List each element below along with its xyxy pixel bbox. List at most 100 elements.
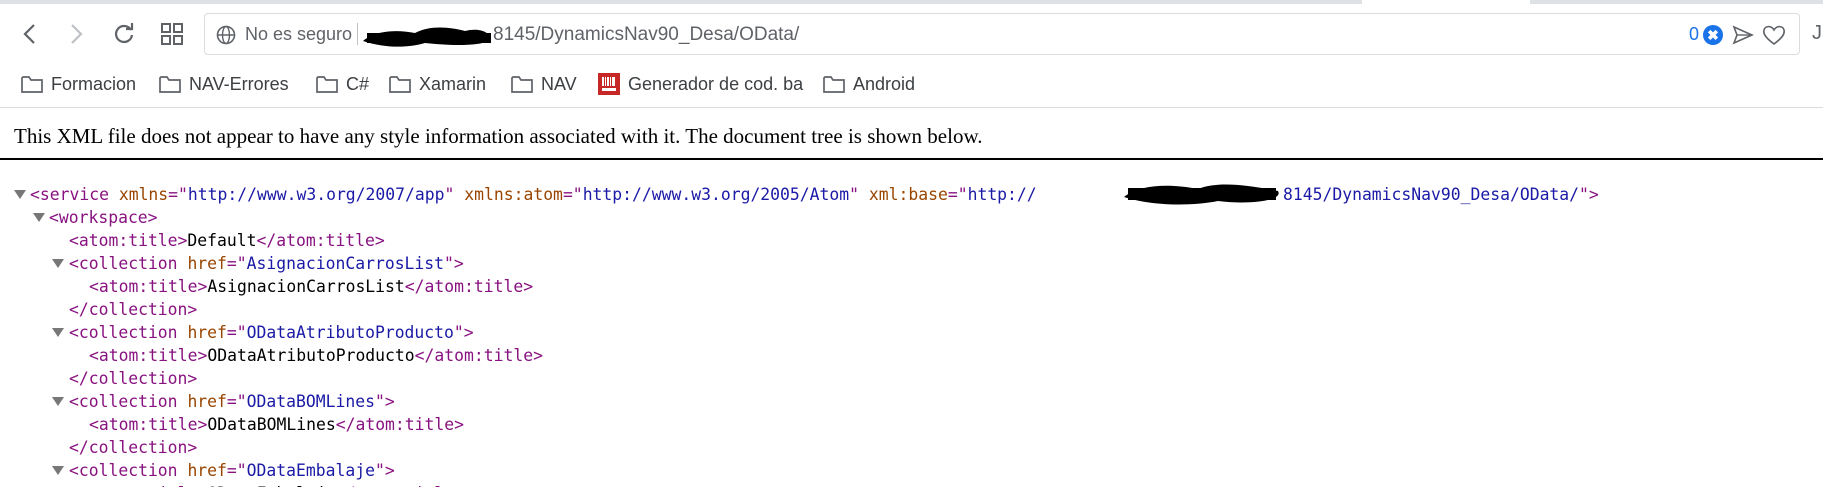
bookmark-folder-android[interactable]: Android [823, 70, 915, 98]
xml-token-tag: "> [453, 323, 474, 342]
xml-line-service: <service xmlns="http://www.w3.org/2007/a… [30, 183, 1037, 206]
bookmark-folder-xamarin[interactable]: Xamarin [389, 70, 486, 98]
forward-button[interactable] [58, 16, 94, 52]
xml-token-tag: =" [226, 392, 247, 411]
redacted-host-scribble [363, 27, 491, 47]
collapse-triangle-icon[interactable] [52, 397, 64, 406]
xml-token-val: AsignacionCarrosList [246, 254, 445, 273]
xml-line-collection: <collection href="AsignacionCarrosList"> [69, 252, 464, 275]
collapse-triangle-icon[interactable] [33, 213, 45, 222]
tab-strip-segment [1530, 0, 1823, 4]
xml-token-tag: <collection [69, 323, 178, 342]
xml-token-txt: ODataAtributoProducto [207, 346, 415, 365]
xml-token-txt [178, 323, 188, 342]
collapse-triangle-icon[interactable] [52, 466, 64, 475]
xml-token-tag: "> [374, 461, 395, 480]
xml-line: <atom:title>AsignacionCarrosList</atom:t… [89, 275, 533, 298]
xml-token-val: 8145/DynamicsNav90_Desa/OData/ [1283, 185, 1580, 204]
xml-token-txt [178, 392, 188, 411]
folder-icon [159, 76, 181, 93]
xml-token-txt [859, 185, 869, 204]
bookmarks-bar: Formacion NAV-Errores C# Xamarin NAV Gen… [0, 62, 1823, 108]
xml-token-tag: <service [30, 185, 109, 204]
xml-token-tag: <collection [69, 392, 178, 411]
bookmark-folder-nav-errores[interactable]: NAV-Errores [159, 70, 289, 98]
xml-token-attr: href [187, 392, 227, 411]
barcode-favicon-icon [598, 73, 620, 95]
security-indicator[interactable]: No es seguro [245, 24, 352, 45]
collapse-triangle-icon[interactable] [14, 190, 26, 199]
xml-token-val: http://www.w3.org/2005/Atom [582, 185, 850, 204]
back-button[interactable] [12, 16, 48, 52]
xml-token-tag: "> [444, 254, 464, 273]
xml-token-tag: </atom:title> [256, 231, 385, 250]
xml-token-attr: href [187, 254, 227, 273]
xml-line-collection: <collection href="ODataEmbalaje"> [69, 459, 395, 482]
reload-button[interactable] [106, 16, 142, 52]
xml-token-attr: href [187, 323, 227, 342]
xml-token-tag: " [849, 185, 859, 204]
xml-line-service-tail: 8145/DynamicsNav90_Desa/OData/"> [1283, 183, 1599, 206]
send-icon[interactable] [1732, 24, 1754, 46]
xml-line: <atom:title>ODataBOMLines</atom:title> [89, 413, 464, 436]
xml-token-tag: <collection [69, 461, 178, 480]
apps-grid-icon [161, 23, 183, 45]
xml-token-attr: href [187, 461, 227, 480]
folder-icon [823, 76, 845, 93]
collapse-triangle-icon[interactable] [52, 328, 64, 337]
redacted-host-scribble [1124, 184, 1279, 205]
xml-line: </collection> [69, 298, 197, 321]
xml-line-collection: <collection href="ODataBOMLines"> [69, 390, 395, 413]
xml-token-tag: </collection> [69, 438, 198, 457]
folder-icon [511, 76, 533, 93]
bookmark-label: Xamarin [419, 73, 487, 94]
xml-token-txt [454, 185, 464, 204]
xml-token-tag: =" [226, 461, 247, 480]
heart-icon[interactable] [1762, 24, 1786, 46]
collapse-triangle-icon[interactable] [52, 259, 64, 268]
xml-token-val: http://www.w3.org/2007/app [187, 185, 445, 204]
bookmark-generador-cod-barras[interactable]: Generador de cod. ba [598, 70, 803, 98]
xml-token-tag: <atom:title> [89, 277, 208, 296]
xml-line-collection: <collection href="ODataAtributoProducto"… [69, 321, 474, 344]
url-text: 8145/DynamicsNav90_Desa/OData/ [493, 24, 800, 45]
apps-button[interactable] [154, 16, 190, 52]
notice-divider [0, 158, 1823, 160]
bookmark-label: Generador de cod. ba [628, 73, 804, 94]
xml-token-tag: </atom:title> [414, 346, 543, 365]
xml-token-val: ODataAtributoProducto [246, 323, 454, 342]
xml-line: <atom:title>ODataEmbalaje</atom:title> [89, 482, 464, 487]
xml-token-attr: xmlns [118, 185, 169, 204]
folder-icon [389, 76, 411, 93]
xml-token-tag: =" [947, 185, 968, 204]
adblock-badge-icon[interactable]: ✖ [1703, 25, 1723, 45]
forward-arrow-icon [71, 24, 83, 44]
xml-token-tag: =" [168, 185, 188, 204]
xml-token-tag: </atom:title> [404, 277, 534, 296]
xml-token-tag: <atom:title> [69, 231, 188, 250]
xml-token-txt [178, 461, 188, 480]
bookmark-folder-nav[interactable]: NAV [511, 70, 577, 98]
profile-initial[interactable]: J [1812, 22, 1822, 45]
xml-token-tag: =" [226, 323, 247, 342]
xml-line: </collection> [69, 436, 197, 459]
folder-icon [316, 76, 338, 93]
bookmark-label: C# [346, 73, 370, 94]
xml-token-tag: =" [226, 254, 247, 273]
xml-token-attr: xmlns:atom [464, 185, 563, 204]
xml-token-tag: <atom:title> [89, 415, 208, 434]
xml-token-tag: " [444, 185, 455, 204]
bookmark-label: Formacion [51, 73, 137, 94]
address-bar[interactable]: No es seguro 8145/DynamicsNav90_Desa/ODa… [204, 13, 1800, 55]
back-arrow-icon [23, 24, 35, 44]
folder-icon [21, 76, 43, 93]
xml-token-tag: <collection [69, 254, 178, 273]
bookmark-folder-csharp[interactable]: C# [316, 70, 369, 98]
xml-token-tag: =" [562, 185, 583, 204]
xml-token-tag: "> [374, 392, 395, 411]
xml-token-val: http:// [967, 185, 1037, 204]
xml-token-tag: </collection> [69, 300, 198, 319]
bookmark-folder-formacion[interactable]: Formacion [21, 70, 136, 98]
xml-line: <atom:title>Default</atom:title> [69, 229, 385, 252]
bookmark-label: NAV [541, 73, 577, 94]
